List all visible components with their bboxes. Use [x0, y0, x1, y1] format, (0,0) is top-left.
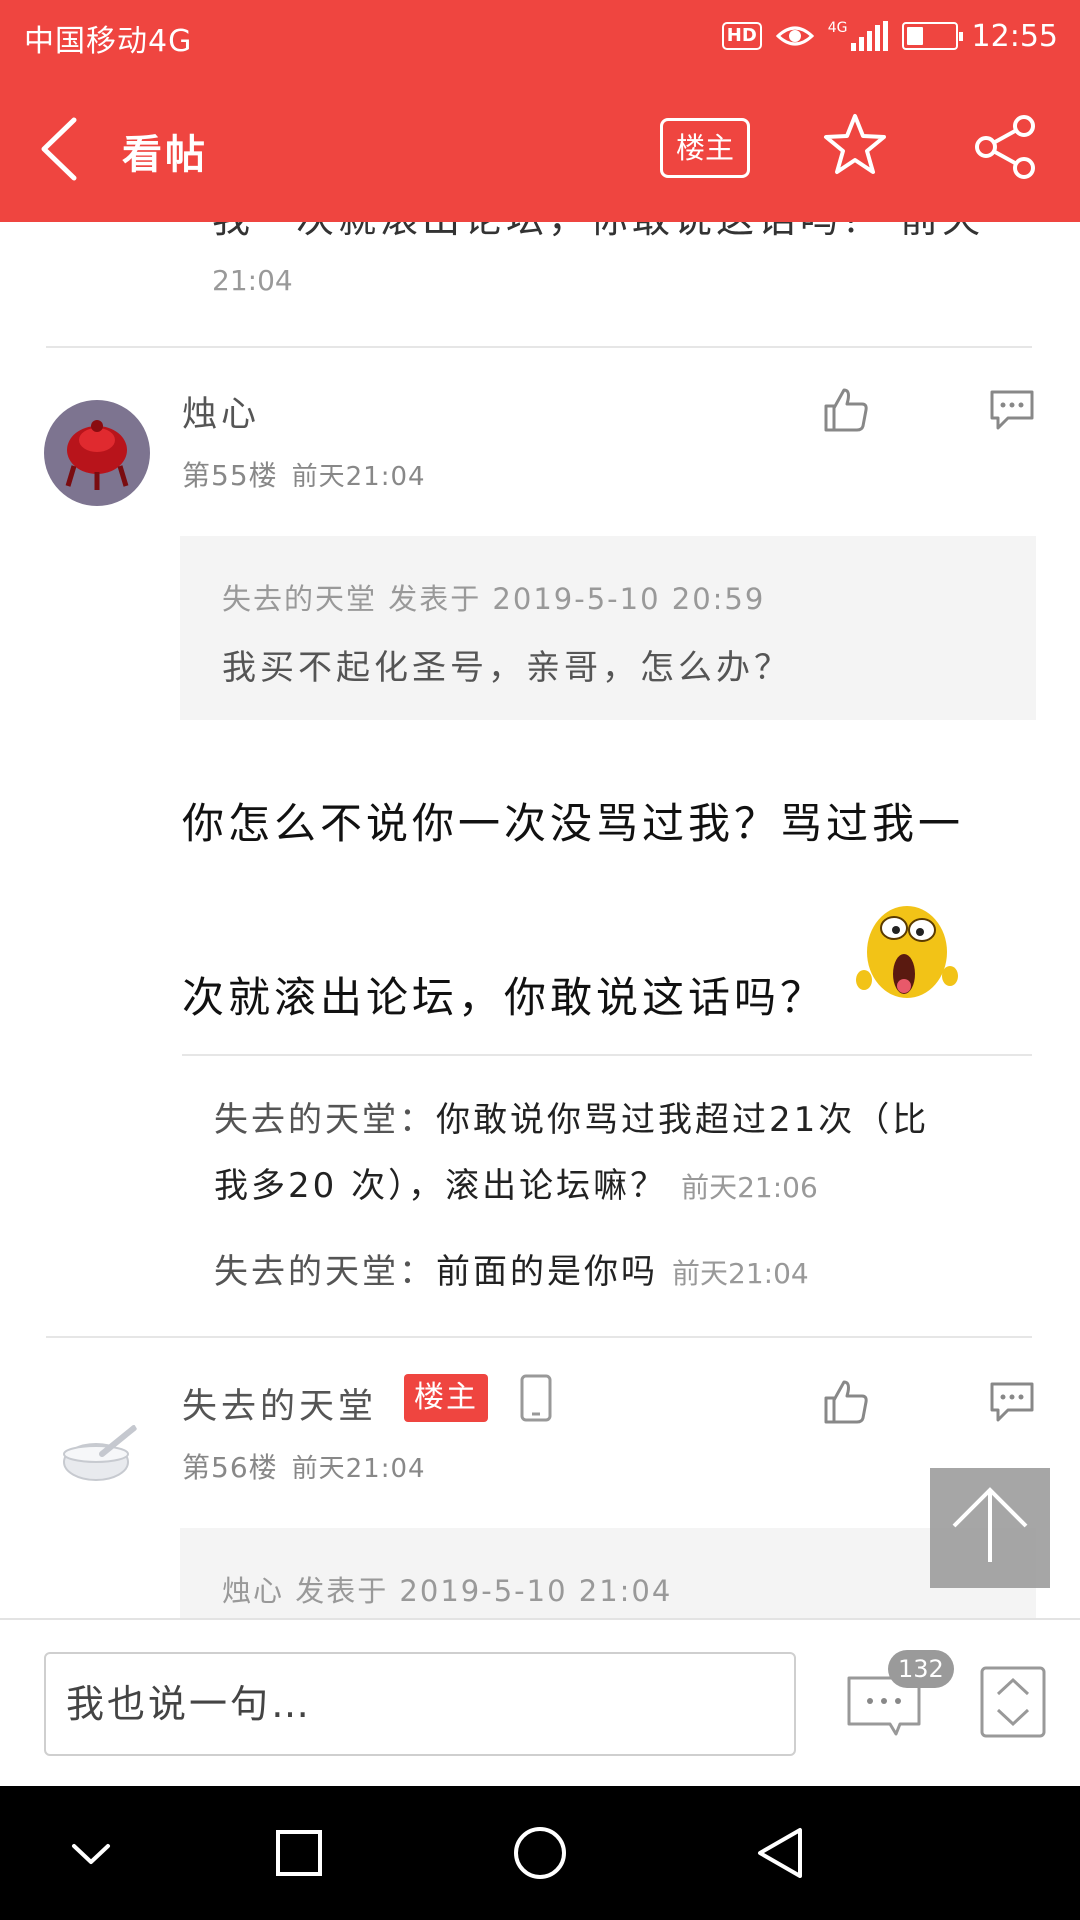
reply-user[interactable]: 失去的天堂： — [214, 1252, 436, 1292]
reply-bar: 132 — [0, 1618, 1080, 1786]
network-type-label: 4G — [827, 20, 848, 36]
reply-text: 前面的是你吗 — [436, 1252, 658, 1292]
like-icon[interactable] — [822, 386, 870, 434]
quote-meta: 烛心 发表于 2019-5-10 21:04 — [222, 1574, 673, 1608]
avatar-image — [65, 420, 129, 490]
reply-text: 我多20 次），滚出论坛嘛？ — [214, 1166, 668, 1206]
back-icon[interactable] — [36, 114, 84, 184]
reply-line: 失去的天堂：前面的是你吗 前天21:04 — [214, 1244, 809, 1293]
home-icon[interactable] — [505, 1818, 575, 1888]
status-indicators: HD 4G 12:55 — [721, 14, 1058, 58]
avatar[interactable] — [56, 1406, 142, 1492]
post-divider — [46, 346, 1032, 348]
post-time: 前天21:04 — [291, 1454, 426, 1484]
reply-time: 前天21:04 — [672, 1257, 809, 1290]
username[interactable]: 烛心 — [182, 386, 260, 437]
back-nav-icon[interactable] — [746, 1818, 816, 1888]
floor-number: 第56楼 — [182, 1451, 278, 1484]
thread-content[interactable]: 我一次就滚出论坛，你敢说这话吗？ 前天 21:04 烛心 第55楼前天21:04… — [0, 222, 1080, 1618]
app-header: 看帖 楼主 — [0, 74, 1080, 222]
comment-icon[interactable] — [988, 1378, 1036, 1426]
reply-input[interactable] — [44, 1652, 796, 1756]
comment-count-badge: 132 — [888, 1650, 954, 1688]
previous-post-text: 我一次就滚出论坛，你敢说这话吗？ 前天 — [212, 222, 984, 243]
reply-divider — [182, 1054, 1032, 1056]
hd-icon: HD — [721, 22, 762, 50]
quote-meta: 失去的天堂 发表于 2019-5-10 20:59 — [222, 582, 766, 616]
post-body-line: 次就滚出论坛，你敢说这话吗？ — [182, 973, 827, 1022]
shocked-emoji-icon — [856, 906, 958, 998]
scroll-to-top-button[interactable] — [930, 1468, 1050, 1588]
battery-icon — [901, 22, 963, 50]
post-divider — [46, 1336, 1032, 1338]
floor-meta: 第55楼 前天21:04 — [182, 454, 426, 494]
previous-post-time: 21:04 — [212, 264, 293, 297]
avatar[interactable] — [44, 400, 150, 506]
owner-badge: 楼主 — [404, 1374, 488, 1422]
page-title: 看帖 — [122, 132, 208, 178]
post-time: 前天21:04 — [291, 462, 426, 492]
share-icon[interactable] — [972, 114, 1038, 180]
page-updown-icon[interactable] — [980, 1666, 1046, 1738]
star-icon[interactable] — [822, 112, 888, 178]
eye-icon — [775, 26, 814, 46]
system-nav-bar — [0, 1786, 1080, 1920]
clock: 12:55 — [971, 18, 1058, 54]
quote-block: 烛心 发表于 2019-5-10 21:04 — [180, 1528, 1036, 1618]
post-body-line: 你怎么不说你一次没骂过我？骂过我一 — [182, 799, 965, 848]
quote-block: 失去的天堂 发表于 2019-5-10 20:59 我买不起化圣号，亲哥，怎么办… — [180, 536, 1036, 720]
arrow-up-icon — [952, 1487, 1028, 1562]
reply-time: 前天21:06 — [681, 1171, 818, 1204]
reply-line: 失去的天堂：你敢说你骂过我超过21次（比 — [214, 1092, 929, 1141]
signal-icon: 4G — [828, 21, 888, 51]
floor-meta: 第56楼 前天21:04 — [182, 1446, 426, 1486]
battery-fill — [906, 27, 923, 45]
status-bar: 中国移动4G HD 4G 12:55 — [0, 0, 1080, 74]
mobile-phone-icon — [520, 1374, 552, 1422]
avatar-image — [63, 1425, 137, 1481]
recent-apps-icon[interactable] — [264, 1818, 334, 1888]
quote-text: 我买不起化圣号，亲哥，怎么办？ — [222, 648, 792, 688]
chevron-down-icon[interactable] — [56, 1818, 126, 1888]
carrier-label: 中国移动4G — [24, 24, 193, 59]
reply-text: 你敢说你骂过我超过21次（比 — [436, 1100, 930, 1140]
owner-only-button[interactable]: 楼主 — [660, 118, 750, 178]
comment-icon[interactable] — [988, 386, 1036, 434]
username[interactable]: 失去的天堂 — [182, 1378, 377, 1429]
floor-number: 第55楼 — [182, 459, 278, 492]
like-icon[interactable] — [822, 1378, 870, 1426]
reply-user[interactable]: 失去的天堂： — [214, 1100, 436, 1140]
reply-line: 我多20 次），滚出论坛嘛？ 前天21:06 — [214, 1158, 818, 1207]
